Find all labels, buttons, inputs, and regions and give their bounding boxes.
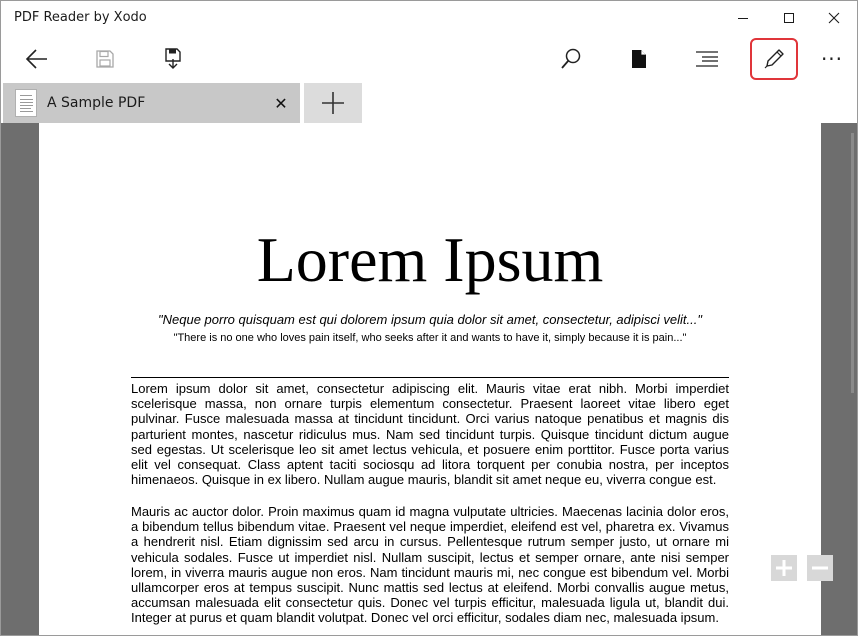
- paragraph: Lorem ipsum dolor sit amet, consectetur …: [131, 381, 729, 488]
- minimize-icon: [738, 18, 748, 19]
- tab-close-button[interactable]: ✕: [271, 93, 291, 113]
- maximize-button[interactable]: [766, 1, 812, 35]
- minimize-button[interactable]: [720, 1, 766, 35]
- page-button[interactable]: [616, 39, 662, 79]
- outline-icon: [696, 51, 718, 67]
- english-quote: "There is no one who loves pain itself, …: [173, 332, 687, 344]
- vertical-scrollbar[interactable]: [849, 123, 857, 635]
- close-icon: [828, 12, 840, 24]
- app-title: PDF Reader by Xodo: [14, 10, 147, 25]
- back-button[interactable]: [14, 39, 60, 79]
- document-thumbnail-icon: [15, 89, 37, 117]
- app-window: PDF Reader by Xodo ··· A Sample PDF ✕ Lo…: [0, 0, 858, 636]
- close-window-button[interactable]: [811, 1, 857, 35]
- tab-label: A Sample PDF: [47, 95, 146, 111]
- active-tool-highlight: [750, 38, 798, 80]
- zoom-in-button[interactable]: [771, 555, 797, 581]
- add-tab-button[interactable]: [304, 83, 362, 123]
- page-icon: [632, 50, 646, 68]
- tab-a-sample-pdf[interactable]: A Sample PDF ✕: [3, 83, 300, 123]
- document-title: Lorem Ipsum: [256, 224, 604, 295]
- more-icon: ···: [820, 47, 844, 71]
- zoom-in-icon: [776, 560, 792, 576]
- paragraph: Mauris ac auctor dolor. Proin maximus qu…: [131, 504, 729, 626]
- title-bar: PDF Reader by Xodo: [1, 1, 857, 35]
- save-as-icon: [165, 48, 181, 69]
- maximize-icon: [784, 13, 794, 23]
- latin-quote: "Neque porro quisquam est qui dolorem ip…: [158, 312, 702, 327]
- save-as-button[interactable]: [150, 39, 196, 79]
- search-icon: [561, 48, 581, 69]
- scrollbar-thumb[interactable]: [851, 133, 854, 393]
- document-viewer[interactable]: Lorem Ipsum "Neque porro quisquam est qu…: [1, 123, 857, 635]
- zoom-out-button[interactable]: [807, 555, 833, 581]
- outline-button[interactable]: [684, 39, 730, 79]
- search-button[interactable]: [548, 39, 594, 79]
- toolbar: ···: [1, 35, 857, 83]
- save-icon: [96, 50, 114, 68]
- pdf-page[interactable]: Lorem Ipsum "Neque porro quisquam est qu…: [39, 123, 821, 635]
- back-arrow-icon: [25, 49, 47, 69]
- horizontal-rule: [131, 377, 729, 378]
- zoom-out-icon: [812, 566, 828, 570]
- more-button[interactable]: ···: [809, 39, 855, 79]
- save-button[interactable]: [82, 39, 128, 79]
- plus-icon: [322, 92, 344, 114]
- tab-strip: A Sample PDF ✕: [1, 83, 857, 123]
- close-tab-icon: ✕: [274, 93, 288, 113]
